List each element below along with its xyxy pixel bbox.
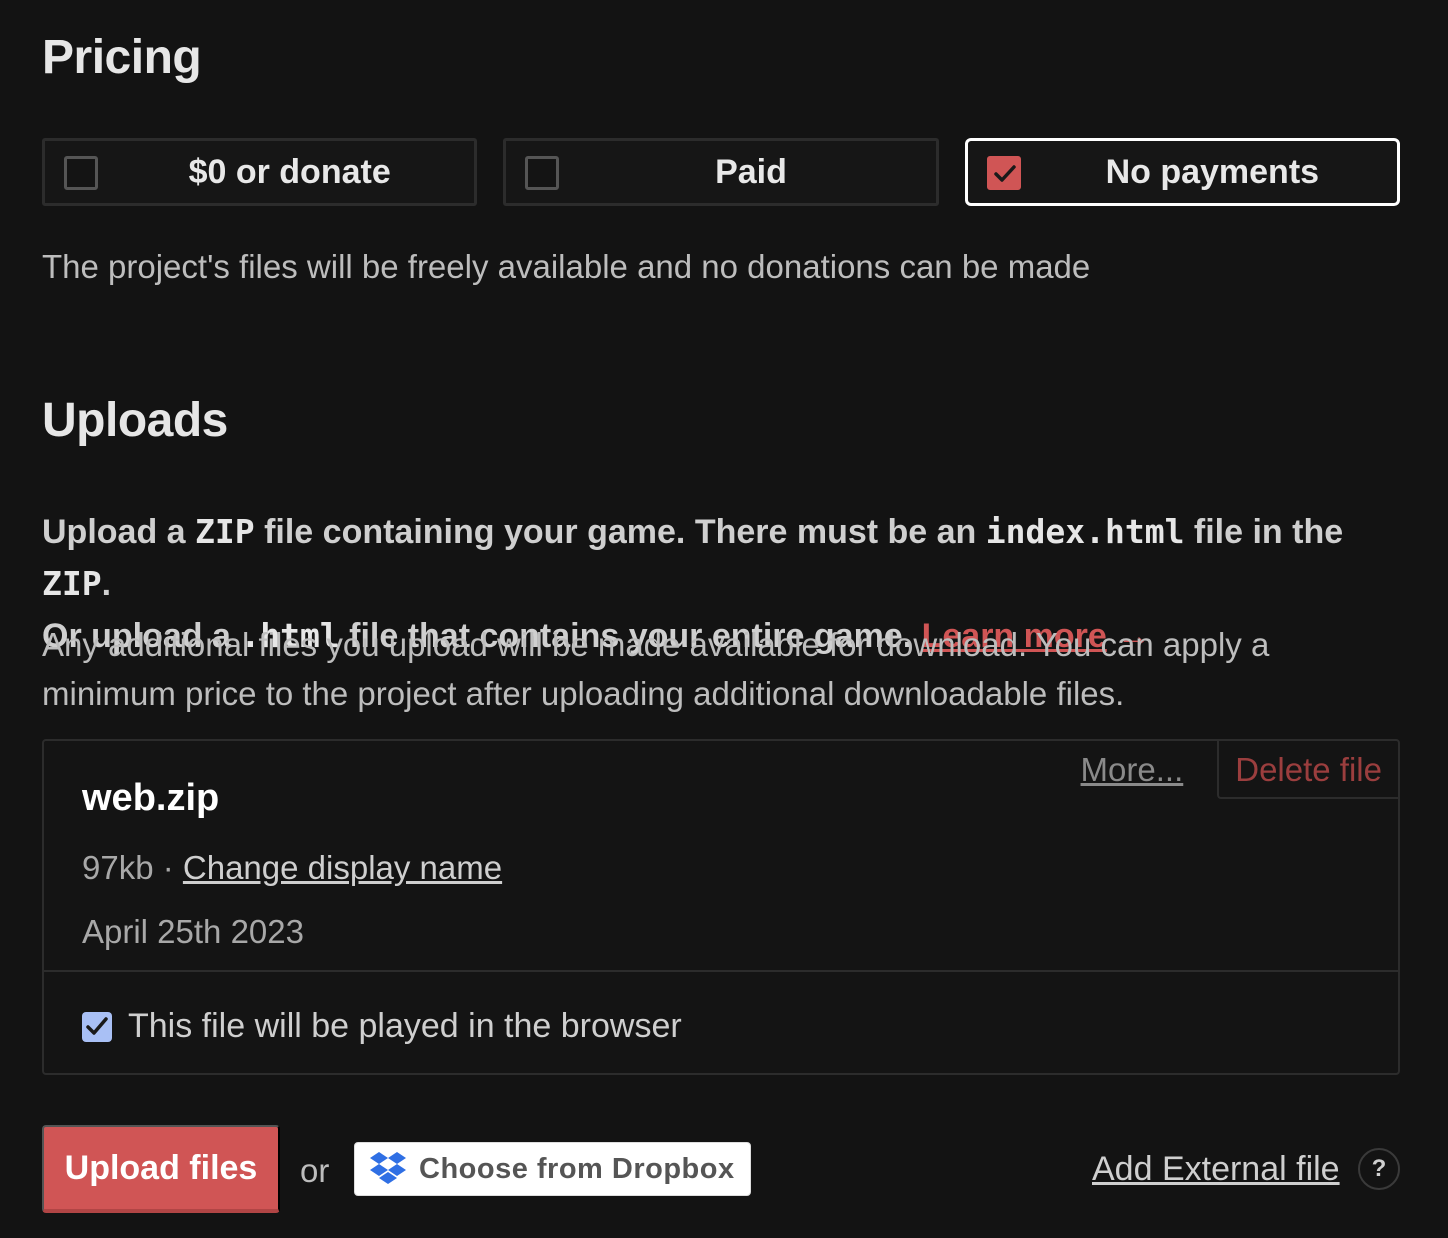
pricing-option-label: Paid	[715, 152, 787, 191]
checkbox-empty-icon[interactable]	[64, 156, 98, 190]
intro-text: file in the	[1184, 513, 1344, 551]
browser-play-option[interactable]: This file will be played in the browser	[82, 1007, 682, 1046]
pricing-option-label: $0 or donate	[188, 152, 391, 191]
checkbox-empty-icon[interactable]	[525, 156, 560, 190]
pricing-option-no-payments[interactable]: No payments	[964, 138, 1400, 206]
meta-separator: ·	[153, 849, 183, 886]
add-external-file-link[interactable]: Add External file	[1092, 1150, 1340, 1189]
help-icon[interactable]: ?	[1358, 1148, 1400, 1190]
or-text: or	[300, 1152, 330, 1189]
pricing-options: $0 or donate Paid No payments	[42, 138, 1400, 206]
divider	[44, 970, 1398, 972]
pricing-option-paid[interactable]: Paid	[503, 138, 939, 206]
file-meta: 97kb · Change display name	[82, 849, 502, 887]
checkbox-checked-icon[interactable]	[986, 156, 1021, 190]
file-card: More... Delete file web.zip 97kb · Chang…	[42, 739, 1400, 1075]
dropbox-label: Choose from Dropbox	[419, 1152, 735, 1185]
intro-text: Upload a	[42, 513, 196, 551]
pricing-title: Pricing	[42, 31, 202, 84]
delete-file-button[interactable]: Delete file	[1217, 741, 1398, 799]
browser-play-label: This file will be played in the browser	[128, 1007, 682, 1045]
pricing-description: The project's files will be freely avail…	[42, 248, 1091, 285]
uploads-title: Uploads	[42, 394, 228, 447]
file-size: 97kb	[82, 849, 154, 886]
pricing-option-donate[interactable]: $0 or donate	[42, 138, 478, 206]
more-button[interactable]: More...	[1081, 741, 1218, 799]
uploads-description: Any additional files you upload will be …	[42, 626, 1270, 712]
dropbox-icon	[369, 1151, 407, 1188]
intro-text: file containing your game. There must be…	[254, 513, 986, 551]
code-zip: ZIP	[195, 512, 255, 551]
pricing-option-label: No payments	[1105, 152, 1320, 191]
code-zip: ZIP	[42, 564, 102, 603]
upload-files-button[interactable]: Upload files	[42, 1125, 280, 1213]
code-index-html: index.html	[985, 512, 1185, 551]
file-name: web.zip	[82, 777, 220, 819]
file-date: April 25th 2023	[82, 913, 304, 950]
file-actions: More... Delete file	[1081, 741, 1398, 799]
page: Pricing $0 or donate Paid No payments Th…	[0, 0, 1448, 1238]
change-display-name-link[interactable]: Change display name	[183, 849, 502, 886]
intro-text: .	[101, 565, 112, 603]
checkbox-checked-icon[interactable]	[82, 1011, 112, 1042]
choose-from-dropbox-button[interactable]: Choose from Dropbox	[354, 1142, 751, 1196]
